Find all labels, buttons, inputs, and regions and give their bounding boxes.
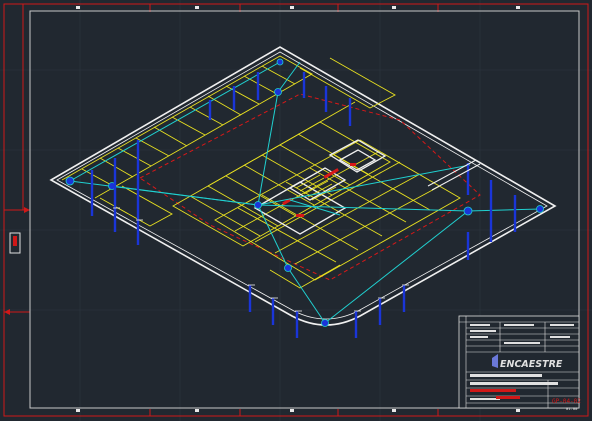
frame-ticks — [76, 6, 520, 412]
node-center — [254, 201, 262, 209]
company-name: ENCAESTRE — [500, 359, 563, 370]
sheet-number: GP-04-02 — [552, 398, 581, 405]
node-south-2 — [321, 319, 329, 327]
border-arrows — [4, 207, 30, 315]
dashed-boundary — [139, 93, 481, 281]
column-caps — [113, 207, 409, 312]
parking-stalls — [61, 55, 461, 289]
node-west — [65, 176, 75, 186]
node-north-2 — [276, 58, 284, 66]
revision-marker[interactable] — [9, 232, 21, 254]
node-north — [274, 88, 282, 96]
east-wing — [427, 159, 481, 191]
node-east — [463, 206, 473, 216]
node-east-2 — [536, 205, 544, 213]
footer-code: 01.00 — [566, 406, 578, 411]
cad-drawing-viewport[interactable]: ENCAESTRE GP-04-02 01.00 — [0, 0, 592, 421]
node-south — [284, 264, 292, 272]
title-block: ENCAESTRE GP-04-02 01.00 — [458, 315, 581, 411]
